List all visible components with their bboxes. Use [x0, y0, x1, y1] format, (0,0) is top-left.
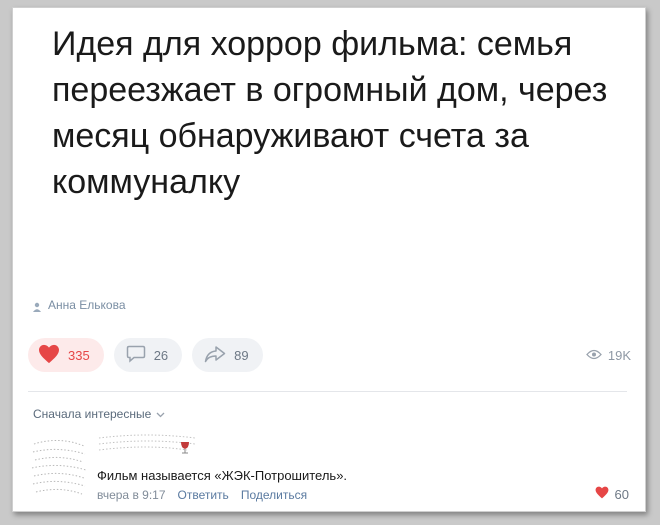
post-actions: 335 26 89 [28, 338, 263, 372]
reply-link[interactable]: Ответить [178, 488, 229, 502]
post-text: Идея для хоррор фильма: семья переезжает… [52, 25, 608, 201]
divider [28, 391, 627, 392]
views-counter: 19K [585, 348, 631, 363]
eye-icon [585, 348, 602, 363]
heart-icon [595, 486, 609, 502]
share-button[interactable]: 89 [192, 338, 263, 372]
wine-glass-icon [181, 442, 189, 454]
comment-like-count: 60 [614, 486, 629, 502]
post-card: Идея для хоррор фильма: семья переезжает… [12, 7, 646, 512]
comments-sort-dropdown[interactable]: Сначала интересные [33, 407, 165, 421]
like-button[interactable]: 335 [28, 338, 104, 372]
post-author-name: Анна Елькова [48, 298, 126, 312]
share-comment-link[interactable]: Поделиться [241, 488, 307, 502]
comment-time[interactable]: вчера в 9:17 [97, 488, 166, 502]
comment-text: Фильм называется «ЖЭК-Потрошитель». [97, 468, 348, 483]
views-count: 19K [607, 348, 631, 363]
comment-avatar[interactable] [30, 434, 88, 500]
person-icon [33, 301, 41, 312]
comment-count: 26 [153, 347, 169, 363]
chevron-down-icon [156, 407, 165, 421]
heart-icon [38, 344, 60, 367]
comment-icon [126, 345, 146, 366]
share-icon [204, 345, 226, 366]
comments-sort-label: Сначала интересные [33, 407, 152, 421]
comment-like-button[interactable]: 60 [595, 486, 629, 502]
post-author[interactable]: Анна Елькова [33, 298, 126, 312]
share-count: 89 [234, 347, 249, 363]
like-count: 335 [68, 347, 90, 363]
comment-button[interactable]: 26 [113, 338, 183, 372]
comment-meta: вчера в 9:17 Ответить Поделиться [97, 488, 307, 502]
comment-author-name[interactable] [97, 432, 197, 456]
